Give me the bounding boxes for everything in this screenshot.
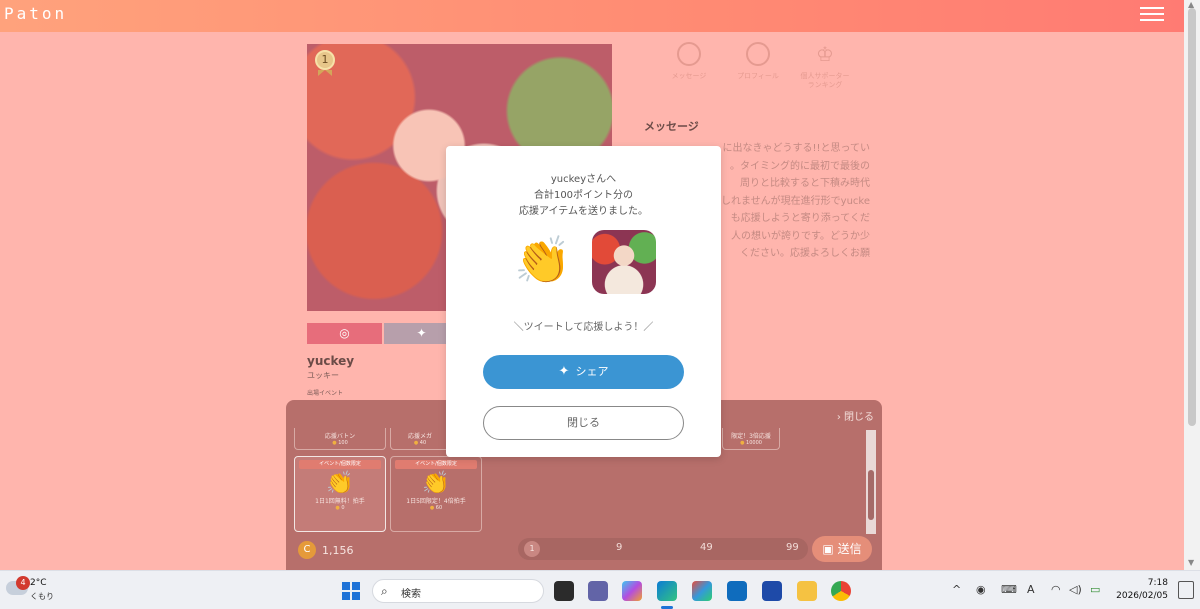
clapping-hands-icon: 👏: [326, 471, 354, 496]
gift-item-mega[interactable]: 応援メガ ● 40: [390, 428, 450, 450]
profile-tabs: メッセージ プロフィール ♔ 個人サポーター ランキング: [650, 42, 890, 92]
send-button[interactable]: ▣ 送信: [812, 536, 872, 562]
chat-icon: [677, 42, 701, 66]
teams-icon[interactable]: [588, 581, 608, 601]
instagram-icon: ◎: [339, 326, 350, 340]
coin-balance: 1,156: [322, 544, 354, 557]
gift-sent-modal: yuckeyさんへ 合計100ポイント分の 応援アイテムを送りました。 👏 ＼ツ…: [446, 146, 721, 457]
taskbar-search[interactable]: ⌕ 検索: [372, 579, 544, 603]
store-icon[interactable]: [762, 581, 782, 601]
keyboard-icon[interactable]: ⌨: [1001, 583, 1017, 596]
wifi-icon[interactable]: ◠: [1051, 583, 1061, 596]
gift-icon: ▣: [822, 542, 834, 556]
copilot-icon[interactable]: [622, 581, 642, 601]
sns-buttons: ◎ ✦: [307, 323, 467, 344]
page-scrollbar[interactable]: ▲ ▼: [1184, 0, 1200, 570]
volume-icon[interactable]: ◁): [1069, 583, 1082, 596]
taskbar: 4 2°C くもり ⌕ 検索 ^ ◉ ⌨ A ◠ ◁) ▭ 7:18 2026/…: [0, 570, 1200, 609]
ime-indicator[interactable]: A: [1027, 583, 1035, 596]
drawer-close-button[interactable]: › 閉じる: [837, 408, 874, 423]
gift-item-quad-clap[interactable]: イベント/個数限定 👏 1日5回限定！4倍拍手 ● 60: [390, 456, 482, 532]
user-icon: [746, 42, 770, 66]
network-alert-icon[interactable]: ◉: [976, 583, 986, 596]
share-button[interactable]: ✦ シェア: [483, 355, 684, 389]
task-view-icon[interactable]: [554, 581, 574, 601]
profile-name-kana: ユッキー: [307, 371, 339, 380]
gift-item-baton[interactable]: 応援バトン ● 100: [294, 428, 386, 450]
app-header: Paton: [0, 0, 1184, 32]
battery-icon[interactable]: ▭: [1090, 583, 1100, 596]
instagram-button[interactable]: ◎: [307, 323, 382, 344]
crown-icon: ♔: [816, 42, 834, 66]
scroll-down-arrow-icon[interactable]: ▼: [1188, 558, 1194, 567]
chevron-up-icon[interactable]: ^: [952, 583, 961, 596]
chrome-icon[interactable]: [831, 581, 851, 601]
gift-item-free-clap[interactable]: イベント/個数限定 👏 1日1回無料！拍手 ● 0: [294, 456, 386, 532]
twitter-icon: ✦: [558, 364, 570, 379]
modal-recipient: yuckeyさんへ: [550, 174, 617, 185]
modal-points: 合計100ポイント分の: [533, 190, 634, 201]
close-button[interactable]: 閉じる: [483, 406, 684, 440]
weather-widget[interactable]: 4 2°C くもり: [6, 576, 66, 604]
search-icon: ⌕: [381, 584, 388, 598]
modal-sent-message: 応援アイテムを送りました。: [519, 206, 648, 217]
tab-profile[interactable]: プロフィール: [723, 42, 793, 81]
hamburger-menu-icon[interactable]: [1140, 7, 1164, 25]
notification-icon[interactable]: [1178, 581, 1194, 599]
event-label: 出場イベント: [307, 390, 344, 397]
file-explorer-icon[interactable]: [797, 581, 817, 601]
clapping-hands-icon: 👏: [514, 233, 572, 287]
microsoft-365-icon[interactable]: [692, 581, 712, 601]
clock[interactable]: 7:18 2026/02/05: [1116, 577, 1168, 603]
outlook-icon[interactable]: [727, 581, 747, 601]
recipient-avatar: [592, 230, 656, 294]
gift-item-triple[interactable]: 限定！3倍応援 ● 10000: [722, 428, 780, 450]
slider-knob[interactable]: 1: [524, 541, 540, 557]
logo[interactable]: Paton: [4, 4, 67, 23]
tweet-prompt: ＼ツイートして応援しよう！／: [513, 322, 654, 333]
twitter-icon: ✦: [416, 326, 427, 340]
quantity-slider[interactable]: 1 9 49 99: [518, 538, 808, 560]
message-title: メッセージ: [644, 120, 699, 133]
tab-supporter-ranking[interactable]: ♔ 個人サポーター ランキング: [790, 42, 860, 90]
scrollbar-thumb[interactable]: [1188, 8, 1196, 426]
profile-name: yuckey: [307, 354, 355, 368]
tab-message[interactable]: メッセージ: [654, 42, 724, 81]
rank-badge-icon: 1: [315, 50, 337, 80]
drawer-scrollbar[interactable]: [866, 430, 876, 534]
edge-icon[interactable]: [657, 581, 677, 601]
start-button[interactable]: [342, 582, 360, 600]
clapping-hands-icon: 👏: [422, 471, 450, 496]
coin-icon: C: [298, 541, 316, 559]
